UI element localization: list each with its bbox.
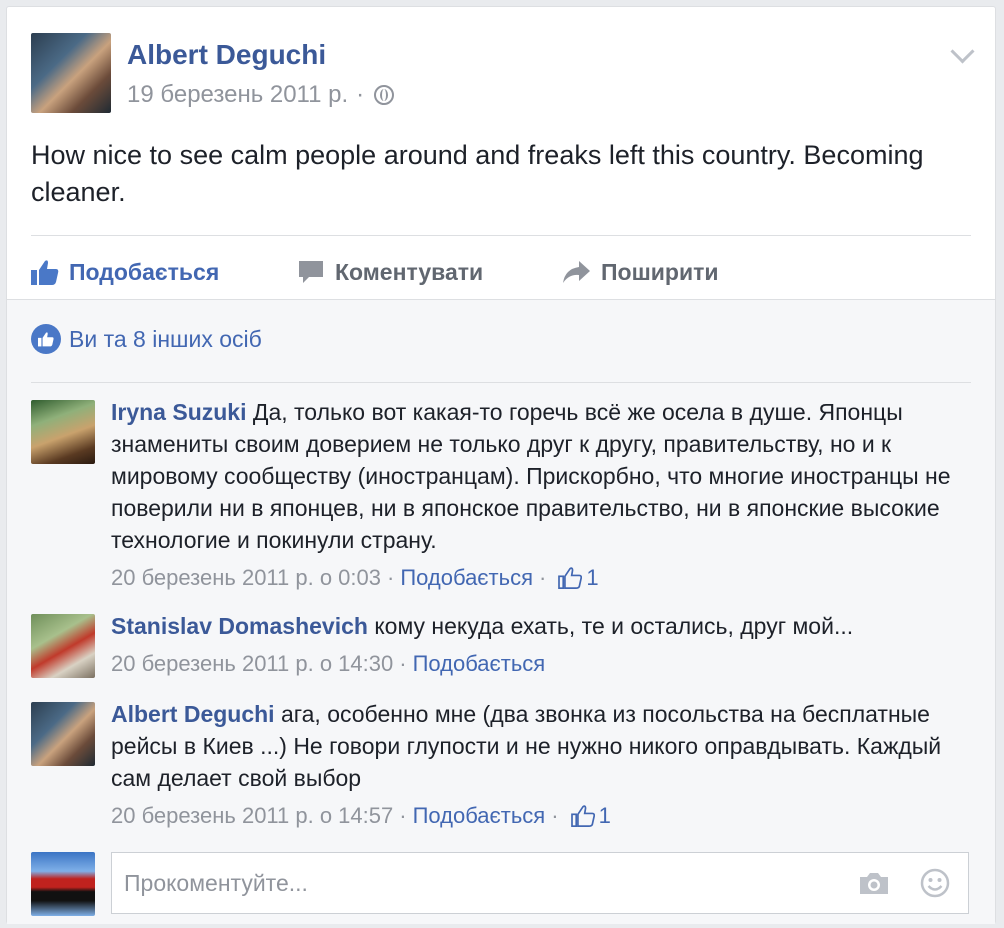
commenter-name[interactable]: Stanislav Domashevich: [111, 613, 368, 639]
comment-composer: [31, 852, 971, 916]
like-count-value: 1: [598, 803, 611, 828]
post-actions: Подобається Коментувати Поширити: [31, 247, 971, 297]
commenter-avatar[interactable]: [31, 702, 95, 766]
commenter-name[interactable]: Albert Deguchi: [111, 701, 275, 727]
comment-body: Albert Deguchi ага, особенно мне (два зв…: [111, 698, 971, 832]
globe-icon[interactable]: [374, 85, 395, 105]
comment-icon: [299, 261, 323, 283]
thumbs-up-outline-icon: [558, 567, 583, 589]
feedback-section: Ви та 8 інших осіб Iryna Suzuki Да, толь…: [7, 299, 995, 924]
thumbs-up-icon: [31, 260, 59, 285]
meta-separator: ·: [387, 565, 395, 590]
like-count-value: 1: [586, 565, 599, 590]
author-name-link[interactable]: Albert Deguchi: [127, 39, 326, 71]
comment-button[interactable]: Коментувати: [297, 247, 483, 297]
post-text: How nice to see calm people around and f…: [31, 140, 924, 207]
commenter-avatar[interactable]: [31, 614, 95, 678]
author-avatar[interactable]: [31, 33, 111, 113]
likes-summary[interactable]: Ви та 8 інших осіб: [31, 324, 262, 354]
comment-like-link[interactable]: Подобається: [400, 562, 533, 594]
comment-button-label: Коментувати: [335, 258, 484, 285]
comment-like-count[interactable]: 1: [558, 562, 599, 594]
emoji-icon[interactable]: [920, 868, 950, 898]
camera-icon[interactable]: [858, 870, 890, 896]
likes-summary-text: Ви та 8 інших осіб: [69, 325, 262, 352]
post-card: Albert Deguchi 19 березень 2011 р. · How…: [6, 6, 996, 924]
comment-input-box: [111, 852, 969, 914]
comment-timestamp[interactable]: 20 березень 2011 р. о 14:30: [111, 648, 393, 680]
comment-like-link[interactable]: Подобається: [413, 800, 546, 832]
post-header: Albert Deguchi 19 березень 2011 р. ·: [31, 31, 971, 113]
share-button-label: Поширити: [601, 258, 719, 285]
share-arrow-icon: [563, 261, 590, 283]
commenter-name[interactable]: Iryna Suzuki: [111, 399, 246, 425]
share-button[interactable]: Поширити: [561, 247, 718, 297]
comment-meta: 20 березень 2011 р. о 14:30 · Подобаєтьс…: [111, 648, 971, 680]
comment-body: Iryna Suzuki Да, только вот какая-то гор…: [111, 396, 971, 594]
thumbs-up-outline-icon: [570, 805, 595, 827]
meta-separator: ·: [551, 803, 559, 828]
comment-timestamp[interactable]: 20 березень 2011 р. о 0:03: [111, 562, 381, 594]
commenter-avatar[interactable]: [31, 400, 95, 464]
like-button[interactable]: Подобається: [31, 247, 219, 297]
divider: [31, 382, 971, 383]
comment-like-count[interactable]: 1: [570, 800, 611, 832]
post-meta: 19 березень 2011 р. ·: [127, 81, 395, 109]
comment-meta: 20 березень 2011 р. о 0:03 · Подобається…: [111, 562, 971, 594]
like-badge-icon: [31, 324, 61, 354]
post-date[interactable]: 19 березень 2011 р.: [127, 81, 348, 109]
comment-body: Stanislav Domashevich кому некуда ехать,…: [111, 610, 971, 680]
like-button-label: Подобається: [69, 258, 220, 285]
comment-text: кому некуда ехать, те и остались, друг м…: [374, 613, 854, 639]
comment-meta: 20 березень 2011 р. о 14:57 · Подобаєтьс…: [111, 800, 971, 832]
meta-separator: ·: [356, 81, 365, 108]
comment-like-link[interactable]: Подобається: [413, 648, 546, 680]
meta-separator: ·: [539, 565, 547, 590]
comment-timestamp[interactable]: 20 березень 2011 р. о 14:57: [111, 800, 393, 832]
meta-separator: ·: [399, 803, 407, 828]
comment-input[interactable]: [122, 868, 858, 898]
meta-separator: ·: [399, 651, 407, 676]
current-user-avatar[interactable]: [31, 852, 95, 916]
divider: [31, 235, 971, 236]
